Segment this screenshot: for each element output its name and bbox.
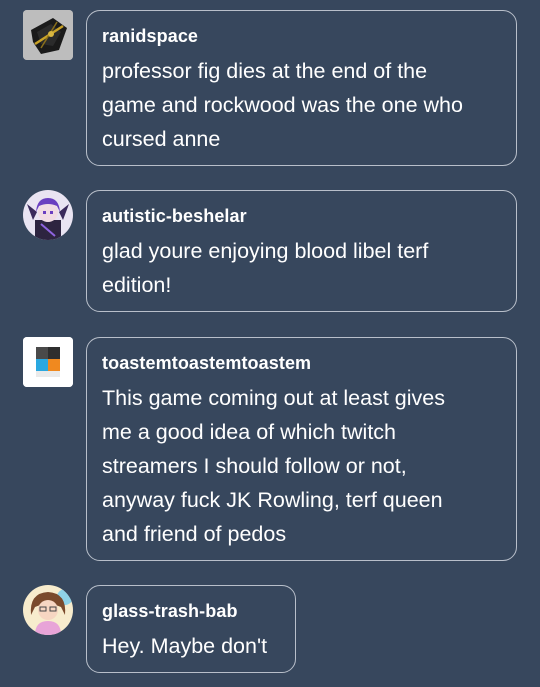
reply-username[interactable]: ranidspace <box>102 25 501 47</box>
reply-message: Hey. Maybe don't <box>102 634 268 658</box>
reply-message: professor fig dies at the end of the gam… <box>102 59 463 151</box>
reply-bubble: glass-trash-bab Hey. Maybe don't <box>86 585 296 673</box>
cartoon-girl-avatar-icon[interactable] <box>23 585 73 635</box>
color-squares-avatar-icon[interactable] <box>23 337 73 387</box>
reply-message: This game coming out at least gives me a… <box>102 386 445 546</box>
reply-message: glad youre enjoying blood libel terf edi… <box>102 239 429 297</box>
reply-username[interactable]: glass-trash-bab <box>102 600 280 622</box>
reply-username[interactable]: autistic-beshelar <box>102 205 501 227</box>
reply-thread: ranidspace professor fig dies at the end… <box>0 0 540 687</box>
reply-bubble: toastemtoastemtoastem This game coming o… <box>86 337 517 561</box>
dark-sketch-avatar-icon[interactable] <box>23 10 73 60</box>
purple-character-avatar-icon[interactable] <box>23 190 73 240</box>
reply-bubble: ranidspace professor fig dies at the end… <box>86 10 517 166</box>
reply-username[interactable]: toastemtoastemtoastem <box>102 352 501 374</box>
reply-bubble: autistic-beshelar glad youre enjoying bl… <box>86 190 517 312</box>
